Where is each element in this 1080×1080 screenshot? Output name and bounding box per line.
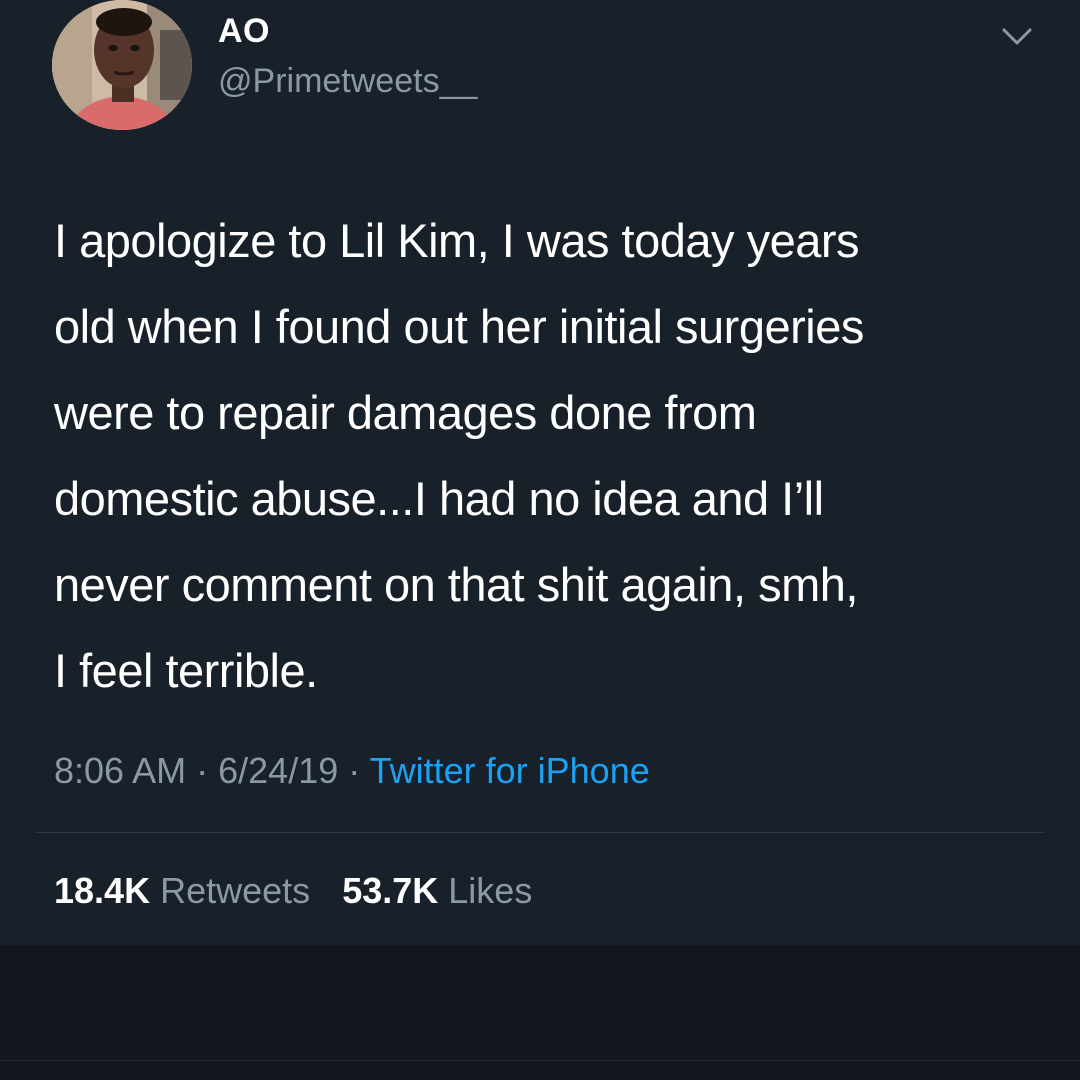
tweet-text: I apologize to Lil Kim, I was today year…	[54, 214, 864, 697]
tweet-time: 8:06 AM	[54, 750, 187, 791]
avatar-image	[52, 0, 192, 130]
likes-count: 53.7K	[342, 870, 439, 911]
meta-separator: ·	[348, 750, 361, 791]
author-handle[interactable]: @Primetweets__	[218, 62, 477, 101]
likes-stat[interactable]: 53.7K Likes	[342, 870, 532, 912]
meta-separator: ·	[196, 750, 209, 791]
author-display-name[interactable]: AO	[218, 12, 270, 51]
tweet-stats: 18.4K Retweets 53.7K Likes	[54, 870, 532, 912]
chevron-down-icon[interactable]	[1000, 24, 1034, 48]
avatar[interactable]	[52, 0, 192, 130]
tweet-meta: 8:06 AM · 6/24/19 · Twitter for iPhone	[54, 750, 650, 792]
tweet-source-link[interactable]: Twitter for iPhone	[370, 750, 650, 791]
retweets-label: Retweets	[160, 870, 311, 911]
retweets-stat[interactable]: 18.4K Retweets	[54, 870, 310, 912]
retweets-count: 18.4K	[54, 870, 151, 911]
tweet-card: AO @Primetweets__ I apologize to Lil Kim…	[0, 0, 1080, 945]
divider	[36, 832, 1044, 833]
bottom-divider	[0, 1060, 1080, 1061]
likes-label: Likes	[448, 870, 533, 911]
tweet-date: 6/24/19	[218, 750, 339, 791]
